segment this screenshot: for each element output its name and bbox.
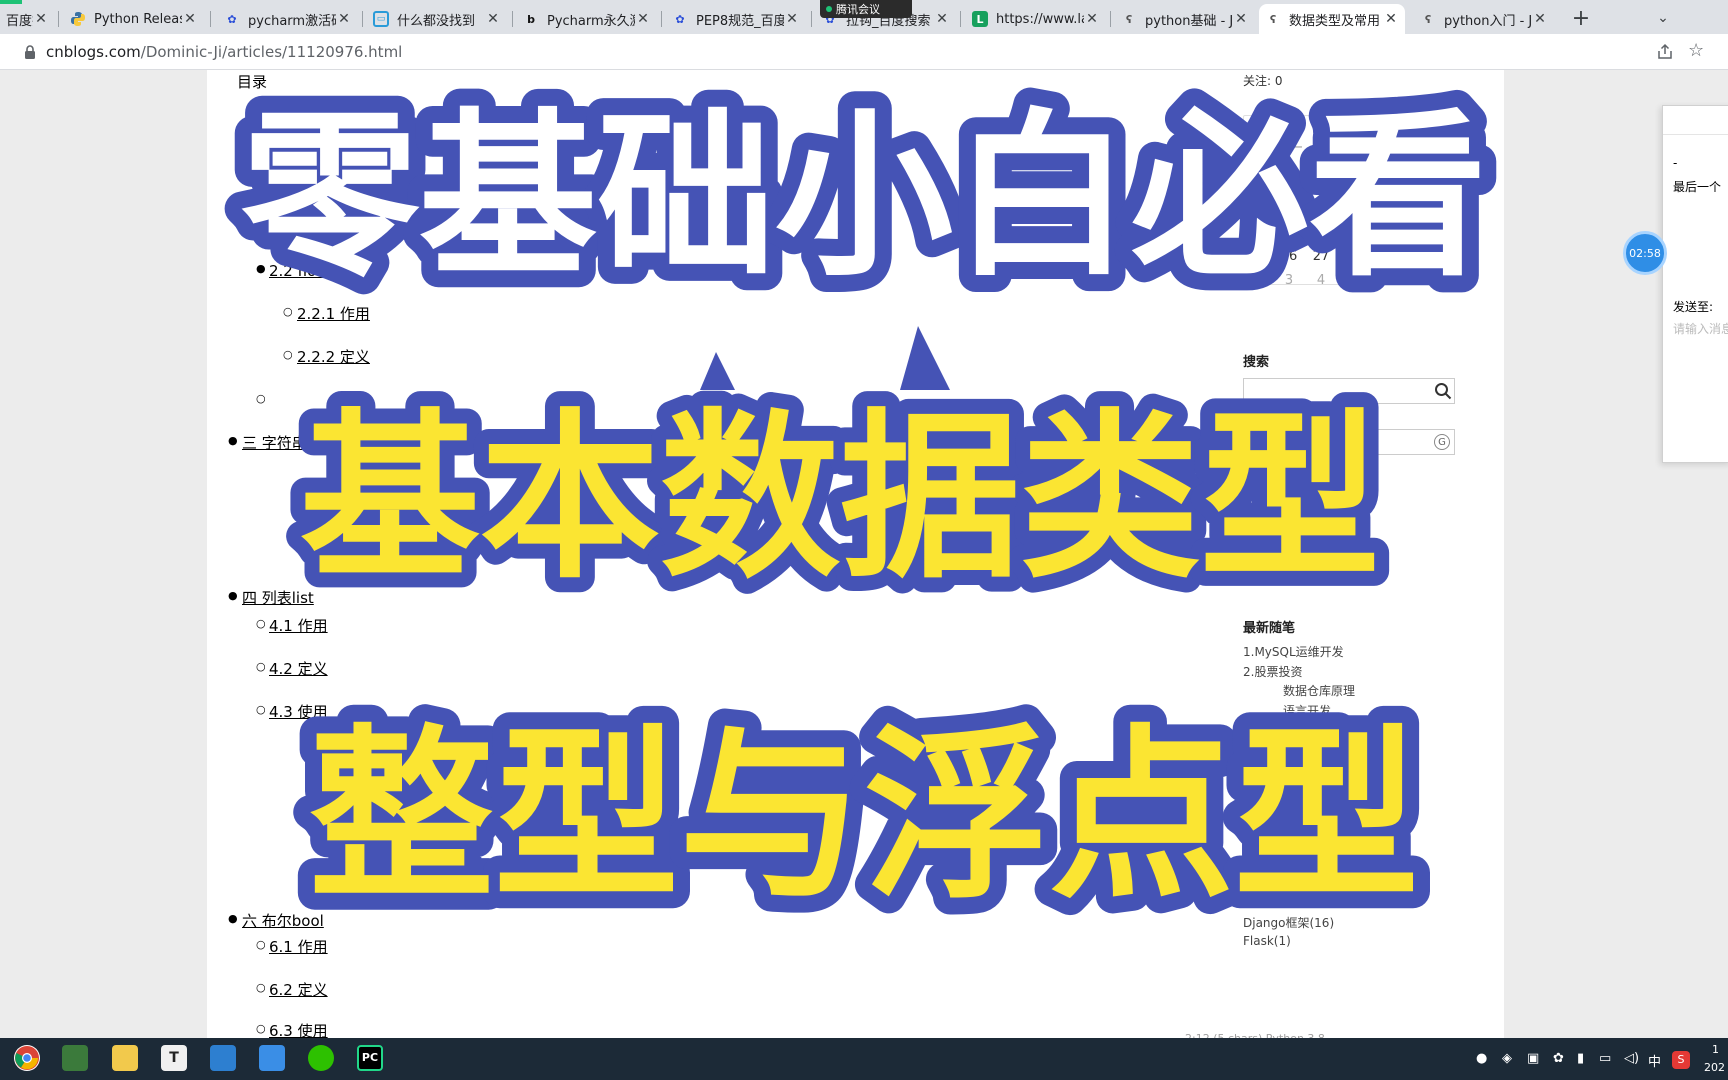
folder-icon[interactable] bbox=[112, 1045, 138, 1071]
ime-indicator[interactable]: 中 bbox=[1648, 1051, 1661, 1070]
cloud-icon[interactable]: ▣ bbox=[1527, 1051, 1539, 1066]
microphone-icon[interactable]: ▮ bbox=[1577, 1051, 1584, 1066]
network-icon[interactable]: ▭ bbox=[1599, 1051, 1611, 1066]
chrome-icon[interactable] bbox=[14, 1045, 40, 1071]
pdf-icon[interactable] bbox=[62, 1045, 88, 1071]
typora-icon[interactable]: T bbox=[161, 1045, 187, 1071]
wechat-icon[interactable] bbox=[308, 1045, 334, 1071]
overlay-line-1: 零基础小白必看 bbox=[241, 93, 1487, 300]
burst-spike bbox=[900, 326, 950, 390]
volume-icon[interactable]: ◁) bbox=[1624, 1051, 1639, 1066]
pycharm-icon[interactable]: PC bbox=[357, 1045, 383, 1071]
sogou-icon[interactable]: S bbox=[1672, 1051, 1690, 1069]
clock-date[interactable]: 202 bbox=[1704, 1061, 1725, 1074]
photos-icon[interactable] bbox=[259, 1045, 285, 1071]
overlay-line-2: 基本数据类型 bbox=[300, 394, 1380, 603]
overlay-titles: 零基础小白必看 基本数据类型 整型与浮点型 bbox=[224, 76, 1504, 941]
flower-icon[interactable]: ✿ bbox=[1553, 1051, 1564, 1066]
overlay-line-3: 整型与浮点型 bbox=[309, 708, 1419, 924]
clock-time[interactable]: 1 bbox=[1712, 1043, 1719, 1056]
wechat-tray-icon[interactable]: ● bbox=[1476, 1051, 1487, 1066]
burst-spike bbox=[700, 352, 735, 390]
network-share-icon[interactable]: ◈ bbox=[1502, 1051, 1512, 1066]
calculator-icon[interactable] bbox=[210, 1045, 236, 1071]
